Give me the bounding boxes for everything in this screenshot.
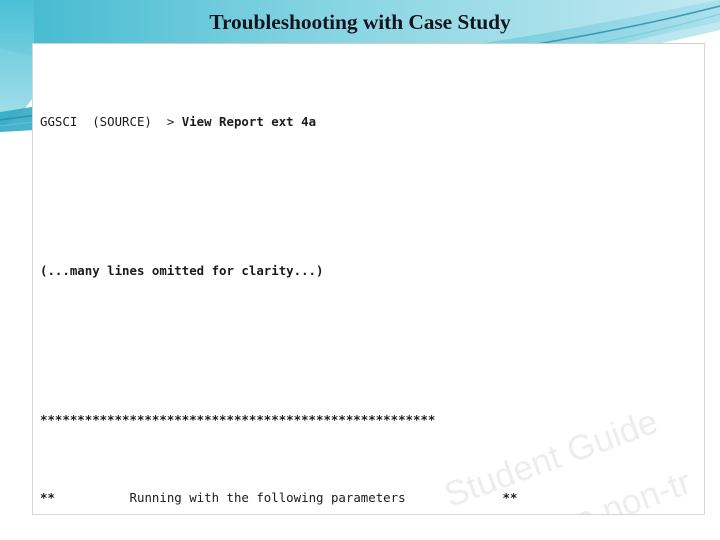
console-text-body: GGSCI (SOURCE) > View Report ext 4a (...… xyxy=(33,44,704,514)
console-blank-2 xyxy=(40,339,704,351)
banner-title-text: Running with the following parameters xyxy=(129,489,406,505)
console-line-prompt-command: GGSCI (SOURCE) > View Report ext 4a xyxy=(40,112,704,132)
omitted-note-text: (...many lines omitted for clarity...) xyxy=(40,262,324,278)
console-banner-title: ** Running with the following parameters… xyxy=(40,488,704,507)
banner-right-marks: ** xyxy=(502,489,518,505)
slide-title-bar: Troubleshooting with Case Study xyxy=(0,0,720,44)
console-output-frame: Student Guide has a non-tr GGSCI (SOURCE… xyxy=(32,43,705,515)
banner-rule-top-text: ****************************************… xyxy=(40,412,436,428)
banner-gap-right xyxy=(406,490,503,505)
slide-canvas: Troubleshooting with Case Study Student … xyxy=(0,0,720,540)
page-title: Troubleshooting with Case Study xyxy=(209,9,511,34)
console-blank-1 xyxy=(40,190,704,202)
console-banner-rule-top: ****************************************… xyxy=(40,410,704,429)
banner-left-marks: ** xyxy=(40,489,55,505)
console-line-omitted-note: (...many lines omitted for clarity...) xyxy=(40,261,704,281)
ggsci-command: View Report ext 4a xyxy=(181,113,317,129)
ggsci-prompt: GGSCI (SOURCE) > xyxy=(40,113,182,129)
banner-gap-left xyxy=(55,490,130,505)
